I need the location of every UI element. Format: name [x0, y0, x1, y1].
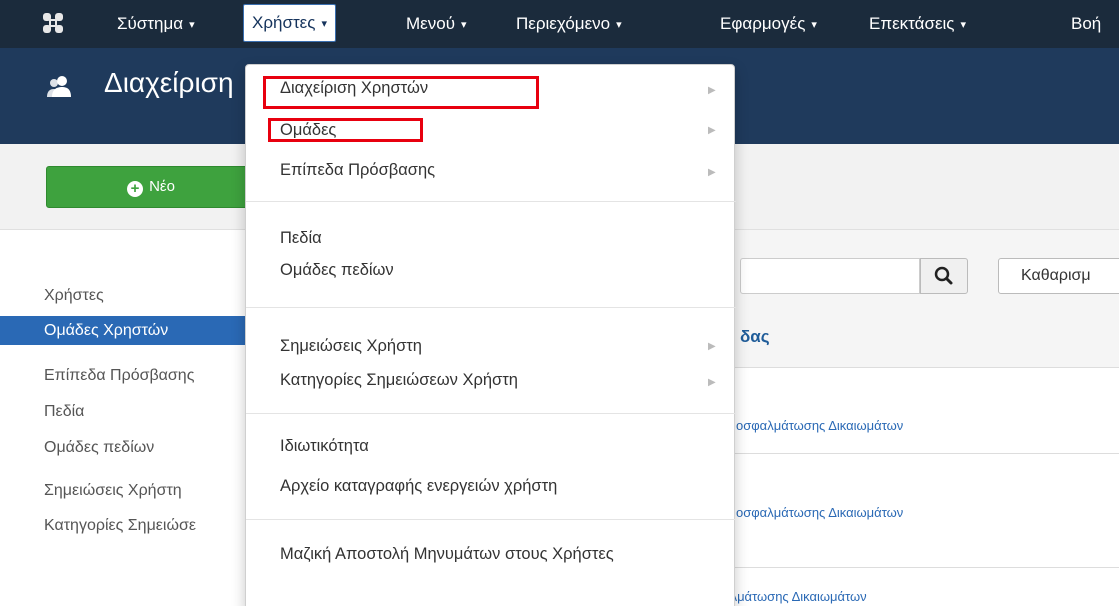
submenu-arrow-icon: ▶: [708, 125, 716, 136]
menu-item-note-categories[interactable]: Κατηγορίες Σημειώσεων Χρήστη: [280, 371, 518, 390]
users-dropdown-menu: Διαχείριση Χρηστών ▶ Ομάδες ▶ Επίπεδα Πρ…: [245, 64, 736, 606]
menu-divider: [246, 413, 736, 414]
nav-content[interactable]: Περιεχόμενο ▾: [516, 0, 622, 48]
submenu-arrow-icon: ▶: [708, 341, 716, 352]
plus-circle-icon: +: [127, 181, 144, 197]
joomla-logo-icon[interactable]: [40, 10, 66, 36]
menu-divider: [246, 201, 736, 202]
sidebar-item-user-notes[interactable]: Σημειώσεις Χρήστη: [0, 476, 250, 505]
nav-components[interactable]: Εφαρμογές ▾: [720, 0, 817, 48]
sidebar-item-users[interactable]: Χρήστες: [0, 281, 250, 310]
debug-permissions-link[interactable]: οσφαλμάτωσης Δικαιωμάτων: [736, 418, 903, 433]
menu-item-mass-mail[interactable]: Μαζική Αποστολή Μηνυμάτων στους Χρήστες: [280, 545, 614, 564]
debug-permissions-link[interactable]: οσφαλμάτωσης Δικαιωμάτων: [736, 505, 903, 520]
search-button[interactable]: [920, 258, 968, 294]
menu-divider: [246, 519, 736, 520]
menu-item-field-groups[interactable]: Ομάδες πεδίων: [280, 261, 394, 280]
clear-button[interactable]: Καθαρισμ: [998, 258, 1119, 294]
highlight-box-manage-users: [263, 76, 539, 109]
sidebar-item-access-levels[interactable]: Επίπεδα Πρόσβασης: [0, 361, 250, 390]
chevron-down-icon: ▾: [616, 18, 622, 31]
highlight-box-groups: [268, 118, 423, 142]
sidebar-item-fields[interactable]: Πεδία: [0, 397, 250, 426]
chevron-down-icon: ▾: [461, 18, 467, 31]
nav-menus[interactable]: Μενού ▾: [406, 0, 467, 48]
menu-divider: [246, 307, 736, 308]
menu-item-user-notes[interactable]: Σημειώσεις Χρήστη: [280, 337, 422, 356]
sidebar-item-user-groups[interactable]: Ομάδες Χρηστών: [0, 316, 250, 345]
menu-item-privacy[interactable]: Ιδιωτικότητα: [280, 437, 369, 456]
chevron-down-icon: ▾: [189, 18, 195, 31]
nav-help[interactable]: Βοή: [1071, 0, 1101, 48]
column-header-group-title[interactable]: δας: [740, 327, 770, 347]
search-icon: [934, 266, 953, 285]
users-icon: [47, 76, 71, 97]
menu-item-fields[interactable]: Πεδία: [280, 229, 322, 248]
search-input[interactable]: [740, 258, 920, 294]
menu-item-access-levels[interactable]: Επίπεδα Πρόσβασης: [280, 161, 435, 180]
chevron-down-icon: ▾: [811, 18, 817, 31]
nav-users[interactable]: Χρήστες ▾: [243, 4, 336, 42]
submenu-arrow-icon: ▶: [708, 167, 716, 178]
top-navbar: Σύστημα ▾ Χρήστες ▾ Μενού ▾ Περιεχόμενο ▾ Εφ…: [0, 0, 1119, 48]
new-button[interactable]: + Νέο: [46, 166, 256, 208]
sidebar-item-field-groups[interactable]: Ομάδες πεδίων: [0, 433, 250, 462]
submenu-arrow-icon: ▶: [708, 85, 716, 96]
sidebar-item-note-categories[interactable]: Κατηγορίες Σημειώσε: [0, 511, 250, 540]
chevron-down-icon: ▾: [321, 17, 327, 30]
submenu-arrow-icon: ▶: [708, 377, 716, 388]
page-title: Διαχείριση: [104, 67, 234, 98]
chevron-down-icon: ▾: [960, 18, 967, 31]
nav-extensions[interactable]: Επεκτάσεις ▾: [869, 0, 966, 48]
nav-system[interactable]: Σύστημα ▾: [117, 0, 195, 48]
menu-item-action-logs[interactable]: Αρχείο καταγραφής ενεργειών χρήστη: [280, 477, 557, 496]
